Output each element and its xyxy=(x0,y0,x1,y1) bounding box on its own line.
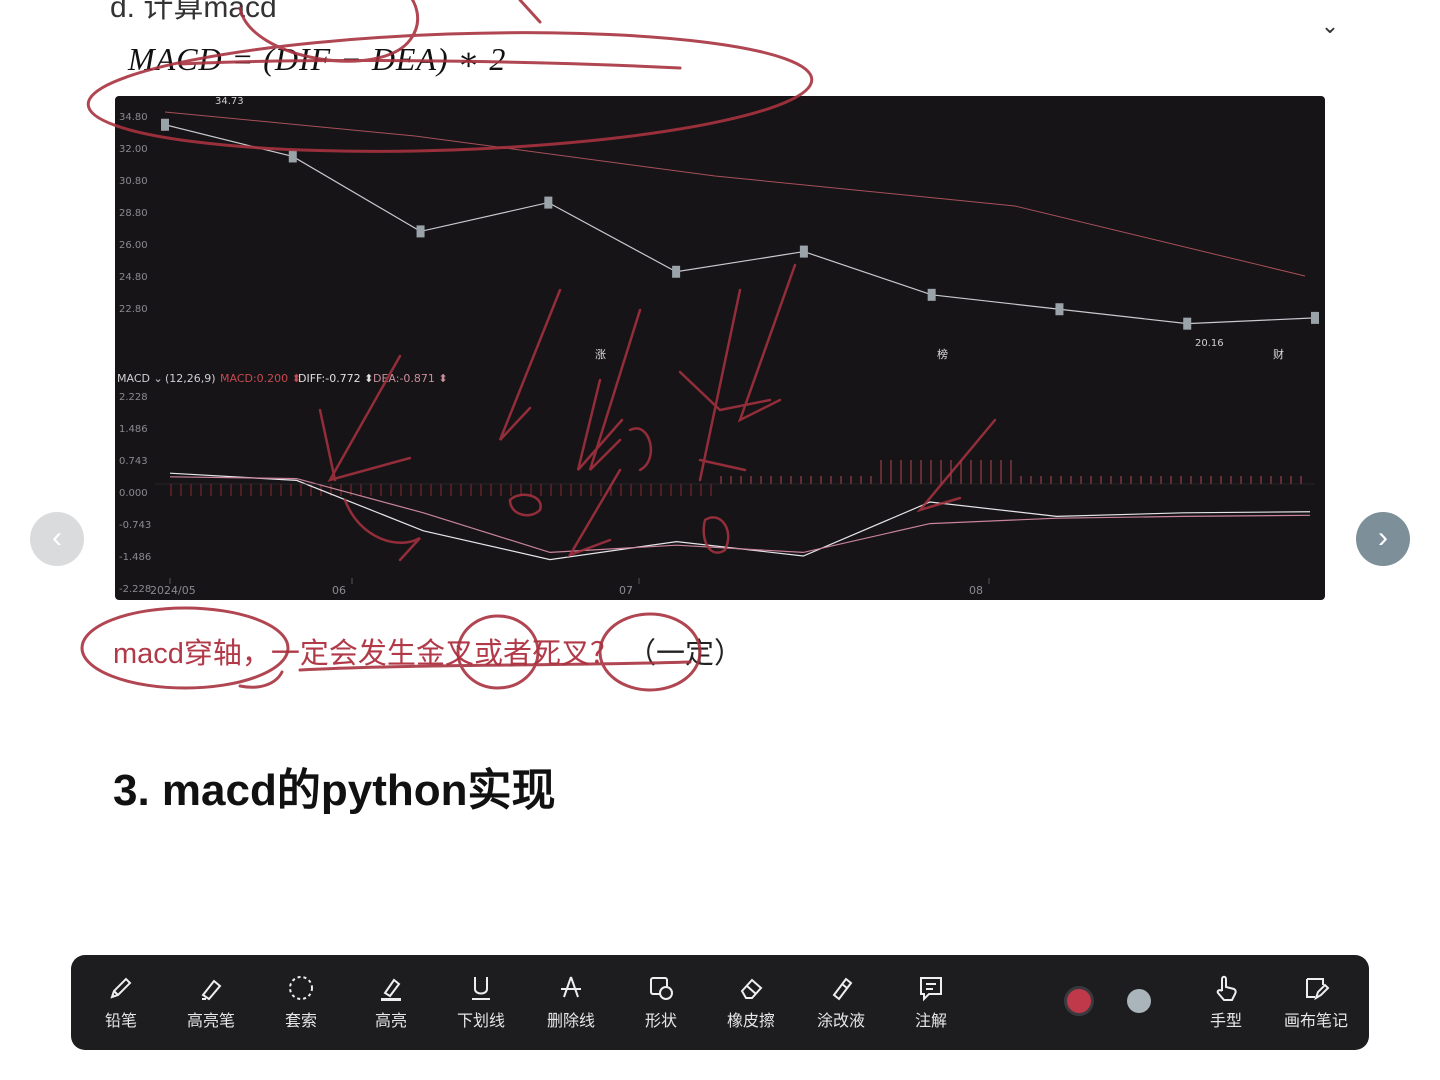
price-tick-label: 24.80 xyxy=(119,272,148,283)
highlight-icon xyxy=(351,971,431,1005)
annotation-icon xyxy=(891,971,971,1005)
tool-strikethrough[interactable]: 删除线 xyxy=(531,971,611,1031)
annotation-toolbar: 铅笔 高亮笔 套索 高亮 下划线 删除线 形状 橡皮擦 涂改液 注解 手型 画布… xyxy=(71,955,1369,1050)
candle-mark xyxy=(1183,317,1192,330)
hand-icon xyxy=(1186,971,1266,1005)
ink-stroke-top2 xyxy=(518,0,542,24)
stock-chart-image: 34.80 32.00 30.80 28.80 26.00 24.80 22.80 2.228… xyxy=(115,96,1325,600)
candle-mark xyxy=(1055,303,1064,316)
macd-indicator-name: MACD ⌄ xyxy=(117,372,163,385)
x-tick-label: 08 xyxy=(969,584,983,597)
color-swatch-gray[interactable] xyxy=(1127,989,1151,1013)
chevron-down-icon[interactable]: ⌄ xyxy=(1316,12,1344,40)
price-tick-label: 30.80 xyxy=(119,176,148,187)
dea-value: DEA:-0.871 ⬍ xyxy=(373,372,448,385)
macd-indicator-params: (12,26,9) xyxy=(165,372,216,385)
next-page-button[interactable]: › xyxy=(1356,512,1410,566)
tool-canvas-note[interactable]: 画布笔记 xyxy=(1276,971,1356,1031)
tool-eraser[interactable]: 橡皮擦 xyxy=(711,971,791,1031)
tool-underline[interactable]: 下划线 xyxy=(441,971,521,1031)
lasso-icon xyxy=(261,971,341,1005)
correction-fluid-icon xyxy=(801,971,881,1005)
question-part4: （一定） xyxy=(627,638,744,670)
max-price-label: 34.73 xyxy=(215,96,244,107)
chevron-right-icon: › xyxy=(1378,521,1388,554)
chevron-left-icon: ‹ xyxy=(52,521,62,554)
tool-lasso[interactable]: 套索 xyxy=(261,971,341,1031)
tool-pencil[interactable]: 铅笔 xyxy=(81,971,161,1031)
macd-value: MACD:0.200 ⬍ xyxy=(220,372,301,385)
heading-top: d. 计算macd xyxy=(110,0,277,24)
section-heading: 3. macd的python实现 xyxy=(113,766,556,815)
macd-tick-label: -2.228 xyxy=(119,584,151,595)
price-tick-label: 22.80 xyxy=(119,304,148,315)
event-marker: 涨 xyxy=(595,348,606,361)
diff-value: DIFF:-0.772 ⬍ xyxy=(298,372,373,385)
candle-mark xyxy=(927,288,936,301)
tool-shape[interactable]: 形状 xyxy=(621,971,701,1031)
chart-svg: 34.80 32.00 30.80 28.80 26.00 24.80 22.80 2.228… xyxy=(117,96,1319,597)
candle-mark xyxy=(672,265,681,278)
tool-annotation[interactable]: 注解 xyxy=(891,971,971,1031)
x-tick-label: 07 xyxy=(619,584,633,597)
ink-hook xyxy=(238,670,284,689)
macd-tick-label: -0.743 xyxy=(119,520,151,531)
candle-mark xyxy=(161,118,169,131)
macd-tick-label: 0.743 xyxy=(119,456,148,467)
candle-mark xyxy=(288,150,297,163)
price-tick-label: 34.80 xyxy=(119,112,148,123)
x-tick-label: 06 xyxy=(332,584,346,597)
question-part3: 金叉或者死叉？ xyxy=(415,638,619,670)
tool-highlighter-pen[interactable]: 高亮笔 xyxy=(171,971,251,1031)
question-text: macd穿轴，一定会发生金叉或者死叉？ （一定） xyxy=(113,630,743,672)
prev-page-button[interactable]: ‹ xyxy=(30,512,84,566)
pencil-icon xyxy=(81,971,161,1005)
price-line xyxy=(164,124,1316,325)
x-tick-label: 2024/05 xyxy=(150,584,196,597)
macd-tick-label: 1.486 xyxy=(119,424,148,435)
question-part2: 一定会发生 xyxy=(270,638,416,670)
highlighter-icon xyxy=(171,971,251,1005)
macd-tick-label: 0.000 xyxy=(119,488,148,499)
event-marker: 财 xyxy=(1273,347,1284,361)
macd-tick-label: -1.486 xyxy=(119,552,151,563)
event-marker: 榜 xyxy=(937,347,948,361)
price-tick-label: 28.80 xyxy=(119,208,148,219)
underline-icon xyxy=(441,971,521,1005)
eraser-icon xyxy=(711,971,791,1005)
price-tick-label: 26.00 xyxy=(119,240,148,251)
macd-tick-label: 2.228 xyxy=(119,392,148,403)
macd-formula: MACD = (DIF − DEA) ∗ 2 xyxy=(128,41,507,77)
tool-correction-fluid[interactable]: 涂改液 xyxy=(801,971,881,1031)
canvas-note-icon xyxy=(1276,971,1356,1005)
question-part1: macd穿轴， xyxy=(113,638,271,670)
candle-mark xyxy=(416,225,425,238)
candle-mark xyxy=(799,245,808,258)
strikethrough-icon xyxy=(531,971,611,1005)
min-price-label: 20.16 xyxy=(1195,338,1224,349)
tool-highlight[interactable]: 高亮 xyxy=(351,971,431,1031)
price-tick-label: 32.00 xyxy=(119,144,148,155)
shape-icon xyxy=(621,971,701,1005)
ma-long-line xyxy=(164,111,1306,277)
color-swatch-red[interactable] xyxy=(1067,989,1091,1013)
tool-hand[interactable]: 手型 xyxy=(1186,971,1266,1031)
candle-mark xyxy=(544,196,553,209)
candle-mark xyxy=(1311,311,1319,324)
